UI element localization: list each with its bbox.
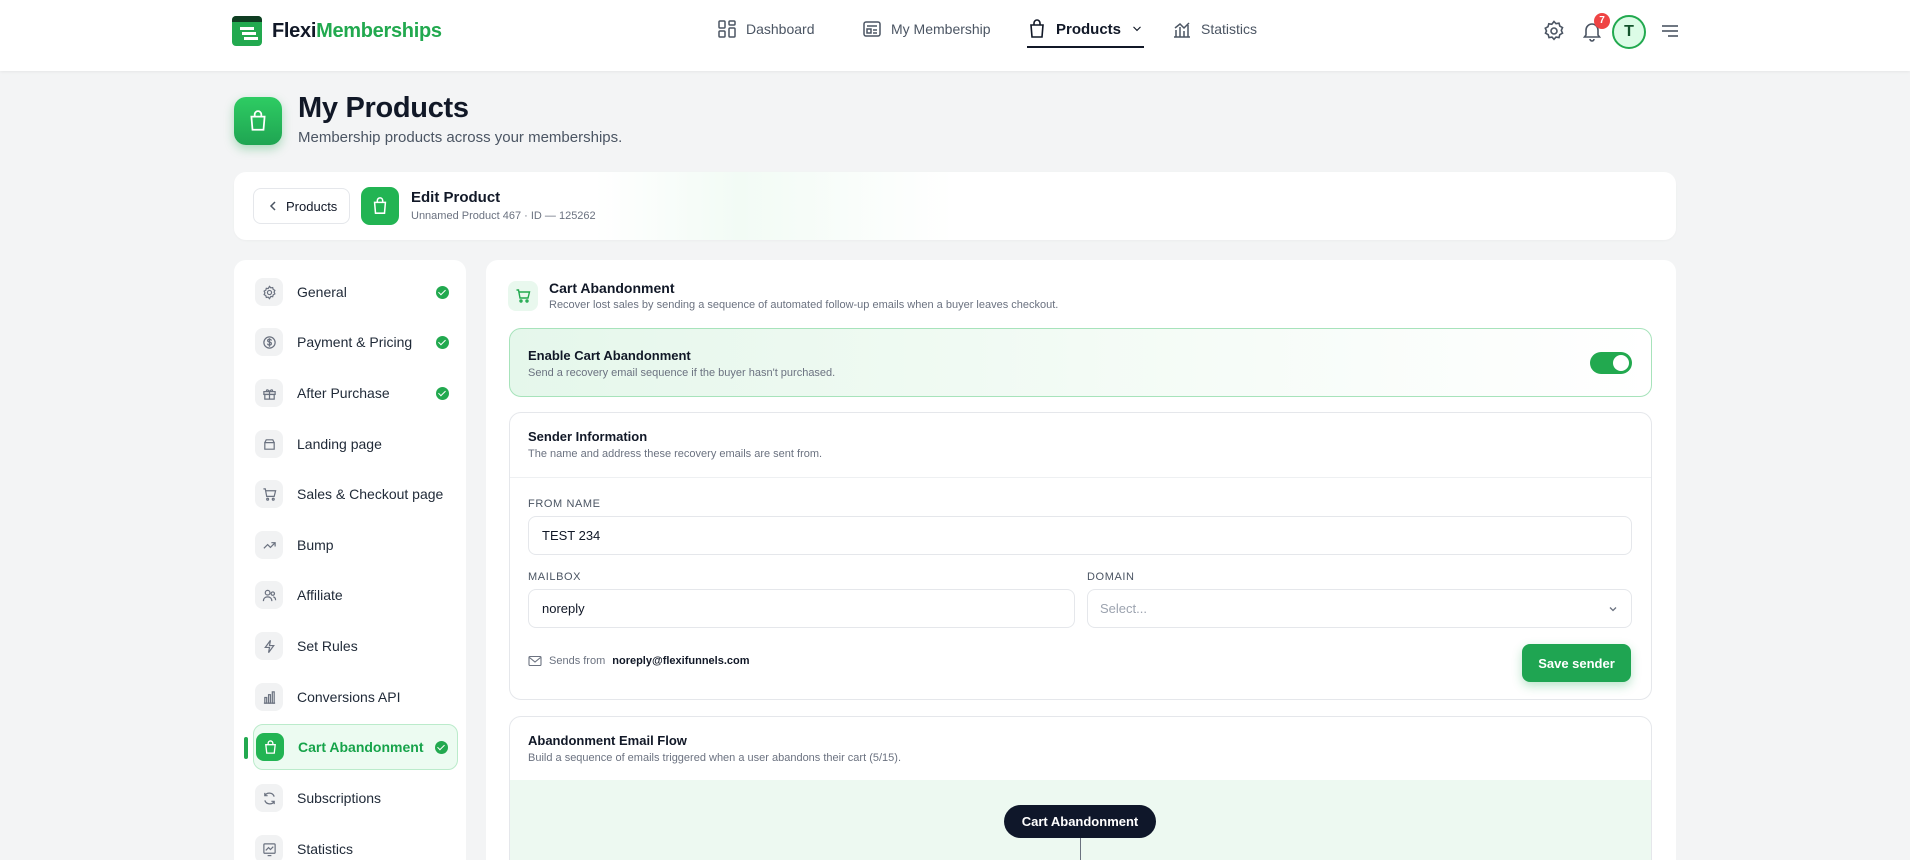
app-logo[interactable]: FlexiMemberships — [232, 16, 442, 46]
sidebar-item-label: Subscriptions — [297, 790, 382, 806]
sidebar-item-payment-pricing[interactable]: Payment & Pricing — [253, 319, 458, 365]
menu-icon[interactable] — [1658, 19, 1682, 43]
bag-icon — [256, 733, 284, 761]
bag-icon — [373, 197, 387, 214]
membership-icon — [863, 21, 881, 37]
section-subtitle: Recover lost sales by sending a sequence… — [549, 299, 1059, 311]
nav-dashboard[interactable]: Dashboard — [717, 19, 815, 39]
edit-product-icon — [361, 187, 399, 225]
cart-icon — [255, 480, 283, 508]
sidebar-item-affiliate[interactable]: Affiliate — [253, 572, 458, 618]
sidebar-item-general[interactable]: General — [253, 269, 458, 315]
nav-my-membership[interactable]: My Membership — [862, 19, 991, 39]
flow-connector — [1080, 838, 1081, 860]
stats-icon — [255, 835, 283, 860]
sends-from-label: Sends from — [549, 655, 606, 667]
page-icon — [255, 430, 283, 458]
from-name-label: FROM NAME — [528, 498, 601, 510]
mail-icon — [528, 655, 542, 667]
sidebar-item-statistics[interactable]: Statistics — [253, 826, 458, 860]
sidebar-item-label: Bump — [297, 537, 334, 553]
edit-product-bar — [234, 172, 1676, 240]
nav-products[interactable]: Products — [1027, 19, 1145, 48]
sidebar-item-label: Affiliate — [297, 587, 343, 603]
flow-title: Abandonment Email Flow — [528, 733, 687, 748]
sidebar-item-label: Conversions API — [297, 689, 401, 705]
sidebar-item-sales-checkout[interactable]: Sales & Checkout page — [253, 471, 458, 517]
mailbox-label: MAILBOX — [528, 571, 582, 583]
trend-icon — [255, 531, 283, 559]
domain-label: DOMAIN — [1087, 571, 1135, 583]
section-title: Cart Abandonment — [549, 280, 675, 296]
nav-products-label: Products — [1056, 20, 1122, 38]
check-circle-icon — [435, 740, 448, 754]
bar-chart-icon — [255, 683, 283, 711]
sidebar-item-conversions-api[interactable]: Conversions API — [253, 674, 458, 720]
back-to-products-button[interactable]: Products — [253, 188, 351, 224]
divider — [510, 477, 1651, 478]
sidebar-item-landing-page[interactable]: Landing page — [253, 421, 458, 467]
sidebar-item-set-rules[interactable]: Set Rules — [253, 623, 458, 669]
flow-start-node[interactable]: Cart Abandonment — [1004, 805, 1156, 838]
page-subtitle: Membership products across your membersh… — [298, 129, 623, 146]
sidebar-item-label: Sales & Checkout page — [297, 486, 444, 502]
logo-text: FlexiMemberships — [272, 19, 442, 42]
check-circle-icon — [436, 335, 449, 349]
cart-icon — [508, 281, 538, 311]
edit-product-subtitle: Unnamed Product 467 · ID — 125262 — [411, 210, 596, 222]
mailbox-input[interactable] — [528, 589, 1075, 628]
nav-dashboard-label: Dashboard — [746, 21, 815, 37]
page-header-icon — [234, 97, 282, 145]
enable-cart-abandonment-toggle[interactable] — [1590, 352, 1632, 374]
check-circle-icon — [436, 386, 449, 400]
enable-title: Enable Cart Abandonment — [528, 348, 691, 363]
user-avatar[interactable]: T — [1612, 15, 1646, 49]
gift-icon — [255, 379, 283, 407]
notification-badge: 7 — [1594, 13, 1610, 29]
statistics-icon — [1174, 22, 1190, 38]
sidebar-item-label: After Purchase — [297, 385, 390, 401]
chevron-left-icon — [269, 201, 276, 211]
from-name-input[interactable] — [528, 516, 1632, 555]
logo-icon — [232, 16, 262, 46]
sidebar-item-label: Landing page — [297, 436, 382, 452]
sender-title: Sender Information — [528, 429, 648, 444]
sidebar-item-label: Cart Abandonment — [298, 739, 424, 755]
dashboard-icon — [718, 20, 736, 38]
flow-subtitle: Build a sequence of emails triggered whe… — [528, 752, 901, 764]
sends-from-address: noreply@flexifunnels.com — [612, 655, 750, 667]
sidebar-item-bump[interactable]: Bump — [253, 522, 458, 568]
refresh-icon — [255, 784, 283, 812]
nav-statistics[interactable]: Statistics — [1172, 19, 1257, 39]
sidebar-item-subscriptions[interactable]: Subscriptions — [253, 775, 458, 821]
check-circle-icon — [436, 285, 449, 299]
enable-subtitle: Send a recovery email sequence if the bu… — [528, 367, 836, 379]
chevron-down-icon — [1133, 26, 1141, 32]
sidebar-item-label: Payment & Pricing — [297, 334, 413, 350]
gear-icon — [255, 278, 283, 306]
sidebar-item-label: General — [297, 284, 347, 300]
back-button-label: Products — [286, 198, 338, 214]
domain-select[interactable]: Select... — [1087, 589, 1632, 628]
dollar-icon — [255, 328, 283, 356]
nav-statistics-label: Statistics — [1201, 21, 1258, 37]
sends-from-note: Sends from noreply@flexifunnels.com — [528, 655, 750, 667]
save-sender-button[interactable]: Save sender — [1522, 644, 1631, 682]
bag-icon — [250, 110, 266, 131]
edit-product-title: Edit Product — [411, 189, 501, 206]
sidebar-item-cart-abandonment[interactable]: Cart Abandonment — [244, 724, 458, 770]
nav-my-membership-label: My Membership — [891, 21, 991, 37]
sender-subtitle: The name and address these recovery emai… — [528, 448, 823, 460]
bolt-icon — [255, 632, 283, 660]
domain-select-placeholder: Select... — [1100, 601, 1147, 616]
settings-gear-icon[interactable] — [1542, 19, 1566, 43]
sidebar-item-label: Statistics — [297, 841, 354, 857]
users-icon — [255, 581, 283, 609]
sidebar-item-label: Set Rules — [297, 638, 358, 654]
bag-icon — [1030, 19, 1044, 38]
page-title: My Products — [298, 92, 469, 124]
sidebar-item-after-purchase[interactable]: After Purchase — [253, 370, 458, 416]
chevron-down-icon — [1609, 606, 1617, 611]
